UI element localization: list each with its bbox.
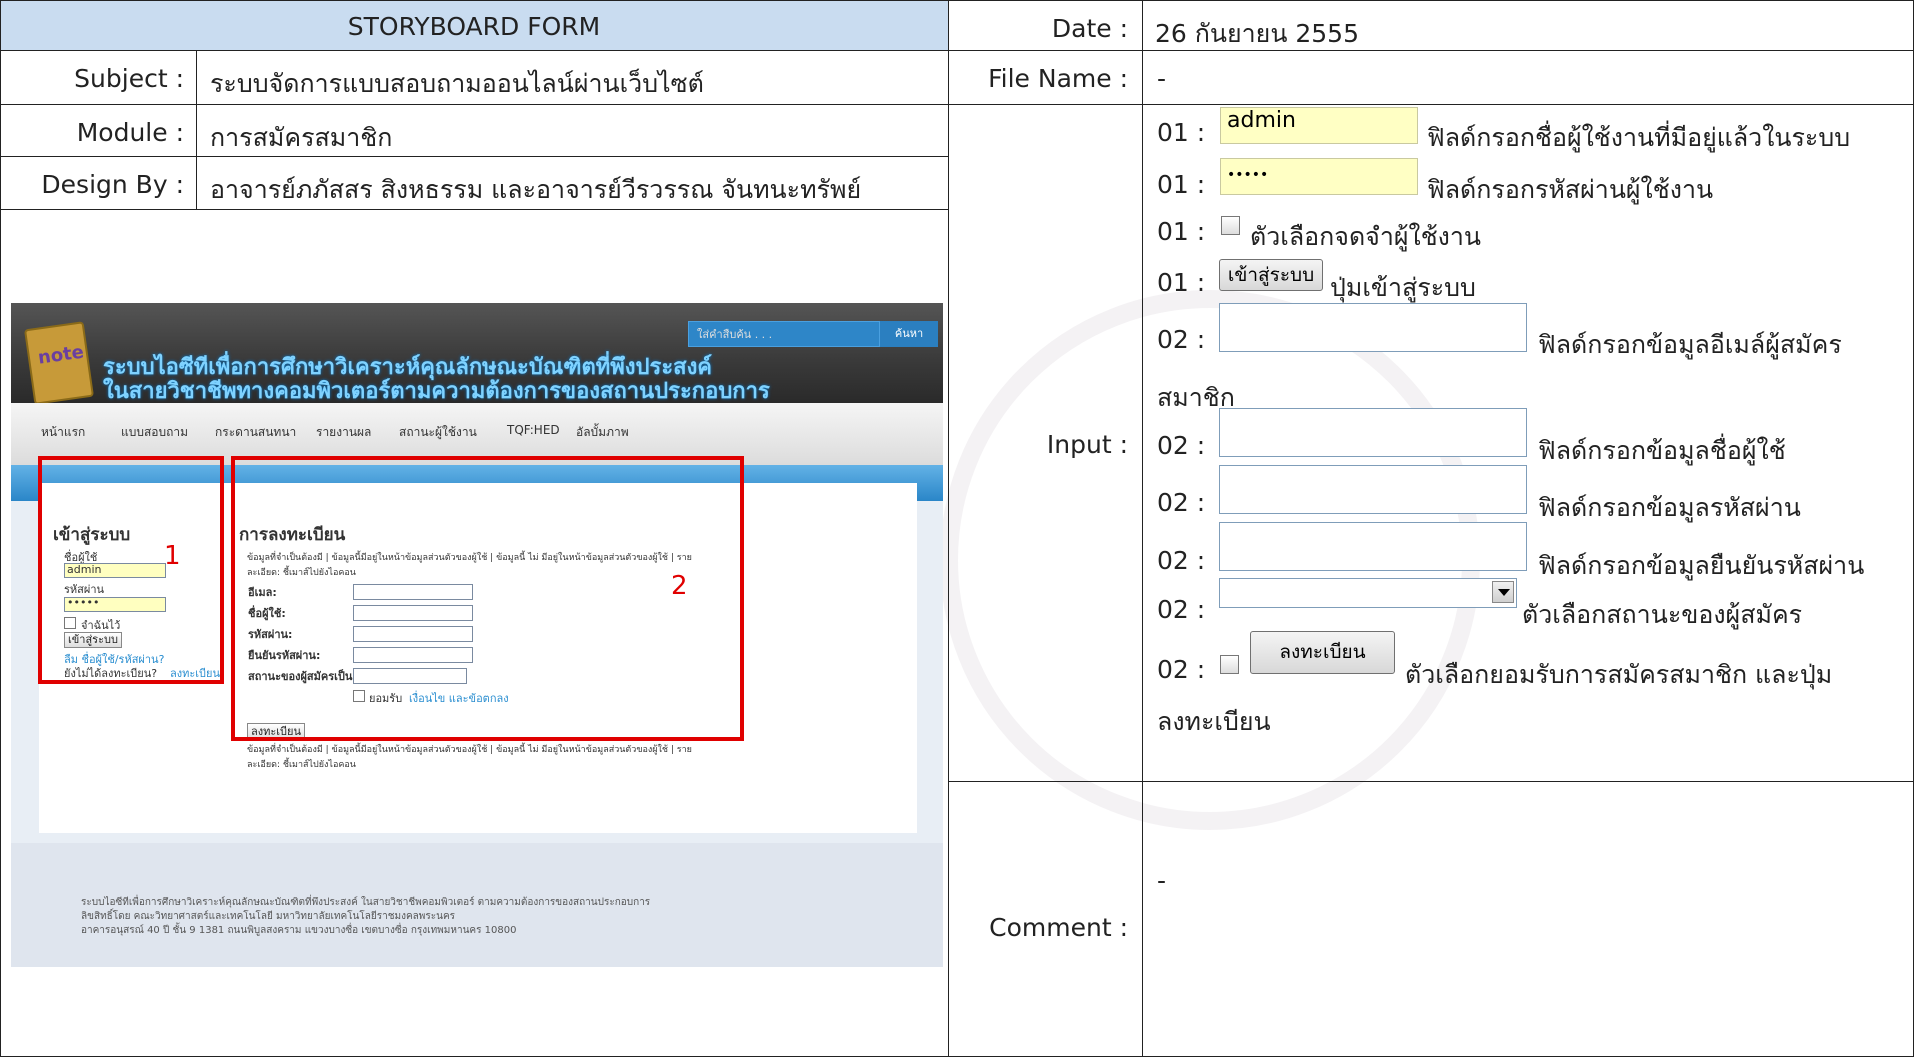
form-title: STORYBOARD FORM bbox=[347, 12, 601, 41]
input-02-num-a: 02 : bbox=[1157, 325, 1206, 354]
nav-survey[interactable]: แบบสอบถาม bbox=[121, 423, 188, 442]
module-value: การสมัครสมาชิก bbox=[210, 123, 393, 152]
remember-user-checkbox[interactable] bbox=[1221, 216, 1240, 235]
input-02-num-c: 02 : bbox=[1157, 488, 1206, 517]
design-by-value: อาจารย์ภภัสสร สิงหธรรม และอาจารย์วีรวรรณ… bbox=[210, 175, 862, 204]
input-02-num-f: 02 : bbox=[1157, 655, 1206, 684]
login-highlight-box bbox=[38, 456, 224, 684]
note-logo-icon: note bbox=[24, 321, 94, 405]
filename-value: - bbox=[1157, 64, 1167, 93]
box-number-2: 2 bbox=[671, 571, 688, 601]
input-02-num-e: 02 : bbox=[1157, 595, 1206, 624]
site-search-button[interactable]: ค้นหา bbox=[880, 321, 938, 347]
chevron-down-icon[interactable] bbox=[1492, 581, 1514, 603]
register-button-sample[interactable]: ลงทะเบียน bbox=[1250, 631, 1395, 674]
footer-line-2: ลิขสิทธิ์โดย คณะวิทยาศาสตร์และเทคโนโลยี … bbox=[81, 911, 456, 922]
input-01-desc-b: ฟิลด์กรอกรหัสผ่านผู้ใช้งาน bbox=[1427, 175, 1714, 204]
register-legend-bottom-2: ละเอียด: ชี้เมาส์ไปยังไอคอน bbox=[247, 760, 356, 770]
input-02-desc-a: ฟิลด์กรอกข้อมูลอีเมล์ผู้สมัคร bbox=[1538, 330, 1842, 359]
nav-forum[interactable]: กระดานสนทนา bbox=[215, 423, 296, 442]
input-02-num-b: 02 : bbox=[1157, 431, 1206, 460]
nav-home[interactable]: หน้าแรก bbox=[41, 423, 85, 442]
input-02-desc-f-cont: ลงทะเบียน bbox=[1157, 707, 1271, 736]
input-01-desc-a: ฟิลด์กรอกชื่อผู้ใช้งานที่มีอยู่แล้วในระบ… bbox=[1427, 123, 1851, 152]
input-01-num-b: 01 : bbox=[1157, 170, 1206, 199]
username-register-field[interactable] bbox=[1219, 408, 1527, 457]
date-label: Date : bbox=[1051, 14, 1128, 43]
site-footer: ระบบไอซีทีเพื่อการศึกษาวิเคราะห์คุณลักษณ… bbox=[11, 843, 943, 967]
register-highlight-box bbox=[231, 456, 744, 741]
password-field[interactable]: ••••• bbox=[1220, 158, 1418, 195]
register-legend-bottom-1: ข้อมูลที่จำเป็นต้องมี | ข้อมูลนี้มีอยู่ใ… bbox=[247, 745, 692, 755]
input-02-num-d: 02 : bbox=[1157, 546, 1206, 575]
input-01-desc-c: ตัวเลือกจดจำผู้ใช้งาน bbox=[1250, 222, 1482, 251]
subject-label: Subject : bbox=[74, 64, 184, 93]
input-02-desc-d: ฟิลด์กรอกข้อมูลยืนยันรหัสผ่าน bbox=[1538, 551, 1865, 580]
input-label: Input : bbox=[1046, 430, 1128, 459]
accept-terms-checkbox[interactable] bbox=[1220, 655, 1239, 674]
site-search-input[interactable]: ใส่คำสืบค้น . . . bbox=[688, 321, 880, 347]
status-dropdown[interactable] bbox=[1219, 578, 1517, 608]
filename-label: File Name : bbox=[988, 64, 1128, 93]
footer-line-3: อาคารอนุสรณ์ 40 ปี ชั้น 9 1381 ถนนพิบูลส… bbox=[81, 925, 517, 936]
subject-value: ระบบจัดการแบบสอบถามออนไลน์ผ่านเว็บไซต์ bbox=[210, 69, 704, 98]
username-field[interactable]: admin bbox=[1220, 107, 1418, 144]
password-register-field[interactable] bbox=[1219, 465, 1527, 514]
nav-tqf[interactable]: TQF:HED bbox=[507, 423, 560, 437]
input-01-desc-d: ปุ่มเข้าสู่ระบบ bbox=[1330, 273, 1476, 302]
login-button-sample[interactable]: เข้าสู่ระบบ bbox=[1219, 259, 1323, 291]
footer-line-1: ระบบไอซีทีเพื่อการศึกษาวิเคราะห์คุณลักษณ… bbox=[81, 897, 651, 908]
email-field[interactable] bbox=[1219, 303, 1527, 352]
nav-user-status[interactable]: สถานะผู้ใช้งาน bbox=[399, 423, 477, 442]
input-01-num-a: 01 : bbox=[1157, 118, 1206, 147]
input-02-desc-c: ฟิลด์กรอกข้อมูลรหัสผ่าน bbox=[1538, 493, 1801, 522]
site-banner: note ระบบไอซีทีเพื่อการศึกษาวิเคราะห์คุณ… bbox=[11, 303, 943, 405]
input-02-desc-b: ฟิลด์กรอกข้อมูลชื่อผู้ใช้ bbox=[1538, 436, 1786, 465]
nav-report[interactable]: รายงานผล bbox=[316, 423, 371, 442]
input-02-desc-f: ตัวเลือกยอมรับการสมัครสมาชิก และปุ่ม bbox=[1405, 660, 1833, 689]
website-screenshot: note ระบบไอซีทีเพื่อการศึกษาวิเคราะห์คุณ… bbox=[11, 303, 943, 967]
confirm-password-field[interactable] bbox=[1219, 522, 1527, 571]
box-number-1: 1 bbox=[164, 541, 181, 571]
nav-album[interactable]: อัลบั้มภาพ bbox=[576, 423, 629, 442]
input-02-desc-e: ตัวเลือกสถานะของผู้สมัคร bbox=[1522, 600, 1803, 629]
design-by-label: Design By : bbox=[41, 170, 184, 199]
input-01-num-c: 01 : bbox=[1157, 217, 1206, 246]
module-label: Module : bbox=[76, 118, 184, 147]
date-value: 26 กันยายน 2555 bbox=[1155, 19, 1359, 48]
comment-value: - bbox=[1157, 866, 1167, 895]
comment-label: Comment : bbox=[989, 913, 1128, 942]
input-01-num-d: 01 : bbox=[1157, 268, 1206, 297]
